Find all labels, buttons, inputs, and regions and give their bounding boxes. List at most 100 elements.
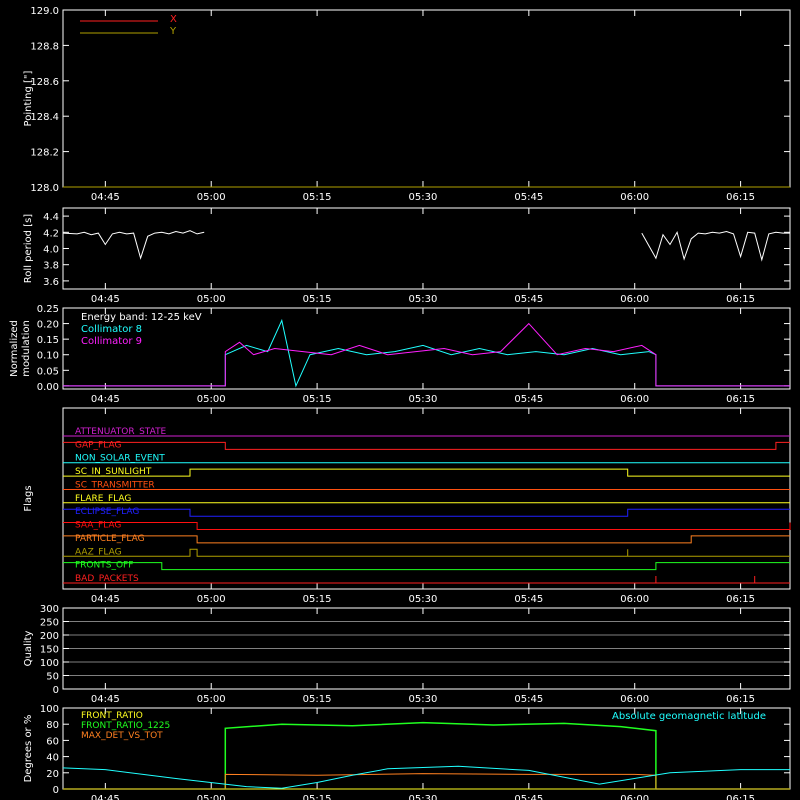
y-axis-label: Pointing ["]	[23, 70, 34, 126]
series-line-collimator-8	[63, 318, 790, 388]
x-tick-label: 05:00	[197, 794, 226, 800]
y-tick-label: 300	[40, 604, 59, 615]
legend-label: FRONT_RATIO	[81, 711, 143, 721]
y-tick-label: 3.6	[43, 277, 59, 288]
x-tick-label: 05:15	[303, 294, 332, 305]
flag-label: FLARE_FLAG	[75, 494, 131, 504]
x-tick-label: 05:00	[197, 694, 226, 705]
flag-label: SC_TRANSMITTER	[75, 480, 155, 490]
x-tick-label: 06:00	[620, 294, 649, 305]
x-tick-label: 05:00	[197, 594, 226, 605]
y-axis-label-group: Pointing ["]	[23, 70, 34, 126]
y-tick-label: 0.20	[37, 320, 59, 331]
x-tick-label: 05:00	[197, 192, 226, 203]
x-tick-label: 04:45	[91, 294, 120, 305]
x-tick-label: 05:30	[409, 594, 438, 605]
x-tick-label: 05:45	[514, 192, 543, 203]
x-tick-label: 05:00	[197, 294, 226, 305]
x-tick-label: 06:00	[620, 794, 649, 800]
legend-label: Collimator 8	[81, 324, 142, 335]
y-tick-label: 0	[53, 685, 59, 696]
flag-label: NON_SOLAR_EVENT	[75, 454, 165, 464]
flag-label: FRONTS_OFF	[75, 561, 133, 571]
y-tick-label: 100	[40, 704, 59, 715]
y-tick-label: 4.4	[43, 212, 59, 223]
flag-label: PARTICLE_FLAG	[75, 534, 145, 544]
flag-line-bad-packets	[63, 576, 790, 584]
flag-label: GAP_FLAG	[75, 440, 121, 450]
x-tick-label: 05:45	[514, 794, 543, 800]
y-axis-label-group: Normalized modulation	[9, 320, 32, 377]
legend-label: Y	[169, 26, 177, 37]
x-tick-label: 05:15	[303, 394, 332, 405]
y-axis-label-group: Flags	[23, 485, 34, 511]
geomagnetic-panel: 04:45 05:00 05:15 05:30 05:45 06:00 06:15 0 20 40…	[23, 704, 791, 800]
flag-label: BAD_PACKETS	[75, 574, 139, 584]
flag-label: ECLIPSE_FLAG	[75, 507, 139, 517]
y-tick-label: 0.25	[37, 304, 59, 315]
x-tick-label: 06:00	[620, 594, 649, 605]
x-tick-label: 04:45	[91, 594, 120, 605]
legend-label: FRONT_RATIO_1225	[81, 721, 170, 731]
flag-line-particle-flag	[63, 535, 790, 544]
x-tick-label: 06:15	[726, 192, 755, 203]
y-axis-label: Quality	[23, 631, 34, 667]
y-tick-label: 128.6	[30, 77, 59, 88]
x-tick-label: 04:45	[91, 794, 120, 800]
y-tick-label: 80	[46, 720, 59, 731]
y-axis-label-group: Degrees or %	[23, 715, 34, 783]
y-tick-label: 250	[40, 618, 59, 629]
legend-label: X	[170, 14, 177, 25]
y-tick-label: 60	[46, 736, 59, 747]
y-tick-label: 129.0	[30, 6, 59, 17]
y-tick-label: 128.2	[30, 148, 59, 159]
y-tick-label: 0.00	[37, 382, 59, 393]
series-line-front_ratio_1225	[63, 721, 790, 790]
x-tick-label: 05:45	[514, 594, 543, 605]
y-tick-label: 128.8	[30, 41, 59, 52]
flag-line-sc-in-sunlight	[63, 468, 790, 477]
series-line-absolute-geomagnetic-latitude	[62, 765, 790, 789]
flag-label: AAZ_FLAG	[75, 547, 122, 557]
y-axis-label-group: Quality	[23, 631, 34, 667]
x-tick-label: 06:15	[726, 394, 755, 405]
flag-line-gap-flag	[63, 441, 790, 450]
y-tick-label: 4.2	[43, 228, 59, 239]
x-tick-label: 06:15	[726, 794, 755, 800]
y-axis-label: Roll period [s]	[23, 214, 34, 283]
x-tick-label: 06:15	[726, 594, 755, 605]
y-tick-label: 0.10	[37, 351, 59, 362]
x-tick-label: 05:15	[303, 192, 332, 203]
y-tick-label: 40	[46, 753, 59, 764]
legend-label: Collimator 9	[81, 336, 142, 347]
latitude-annotation: Absolute geomagnetic latitude	[612, 711, 766, 722]
x-tick-label: 05:45	[514, 394, 543, 405]
x-tick-label: 05:00	[197, 394, 226, 405]
x-tick-label: 05:15	[303, 794, 332, 800]
y-tick-label: 20	[46, 769, 59, 780]
y-tick-label: 0.15	[37, 335, 59, 346]
series-line-max_det_vs_tot	[63, 773, 790, 790]
x-tick-label: 05:45	[514, 294, 543, 305]
y-axis-label: Flags	[23, 485, 34, 511]
x-tick-label: 05:15	[303, 594, 332, 605]
x-tick-label: 05:30	[409, 394, 438, 405]
x-tick-label: 06:00	[620, 192, 649, 203]
energy-band-annotation: Energy band: 12-25 keV	[81, 312, 202, 323]
quality-panel: 04:45 05:00 05:15 05:30 05:45 06:00 06:15 0 50 10…	[23, 604, 791, 705]
x-tick-label: 06:15	[726, 694, 755, 705]
roll-period-line-a	[62, 230, 205, 260]
y-tick-label: 3.8	[43, 261, 59, 272]
x-tick-label: 04:45	[91, 394, 120, 405]
y-tick-label: 150	[40, 645, 59, 656]
y-tick-label: 0.05	[37, 366, 59, 377]
y-tick-label: 100	[40, 658, 59, 669]
x-tick-label: 06:15	[726, 294, 755, 305]
flag-label: SAA_FLAG	[75, 521, 121, 531]
y-tick-label: 128.4	[30, 112, 59, 123]
pointing-panel: 04:45 05:00 05:15 05:30 05:45 06:00 06:15 128.0…	[23, 6, 791, 203]
x-tick-label: 04:45	[91, 694, 120, 705]
flag-label: SC_IN_SUNLIGHT	[75, 467, 152, 477]
flag-line-fronts-off	[63, 562, 790, 571]
flag-line-eclipse-flag	[63, 508, 790, 517]
